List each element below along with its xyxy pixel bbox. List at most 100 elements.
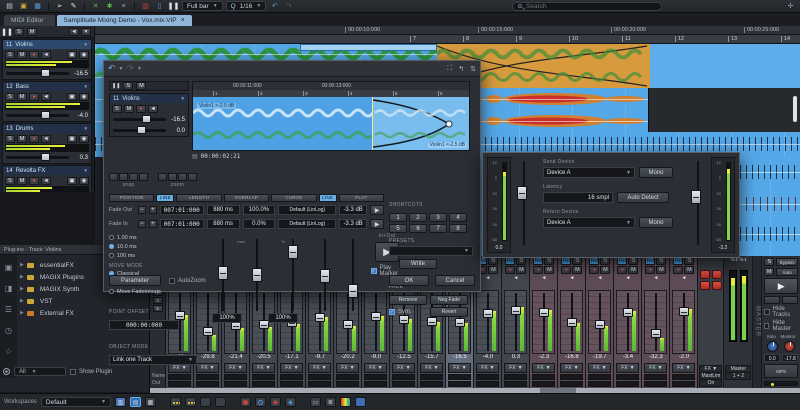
shortcut-button[interactable]: 3 (429, 213, 447, 222)
ratio-right-value[interactable]: 100% (268, 313, 298, 323)
channel-out-field[interactable] (280, 381, 304, 387)
mute-button[interactable]: M (17, 92, 27, 101)
fader-knob[interactable] (454, 317, 465, 327)
automation-read-button[interactable]: Rd (533, 257, 544, 265)
fade-in-position-field[interactable]: 007:01:000 (159, 219, 204, 229)
autozoom-checkbox[interactable]: AutoZoom (169, 277, 206, 284)
track-title[interactable]: 11 Violins ▼ (3, 40, 91, 49)
chevron-down-icon[interactable]: ▼ (84, 84, 88, 89)
expander-icon[interactable]: ▶ (20, 274, 24, 280)
fade-in-curve-dropdown[interactable]: Default (LinLog) (278, 219, 337, 229)
mute-button[interactable]: M (544, 266, 555, 274)
channel-out-field[interactable] (252, 381, 276, 387)
auto-crossfade-icon[interactable]: ✱ (104, 1, 115, 11)
channel-out-field[interactable] (224, 381, 248, 387)
record-arm-button[interactable]: ● (645, 266, 656, 274)
track-title[interactable]: 13 Drums ▼ (3, 124, 91, 133)
channel-out-field[interactable] (168, 381, 192, 387)
fx-button[interactable]: FX ▼ (504, 363, 528, 373)
point-offset-field[interactable]: 000:00:000 (109, 320, 179, 330)
crossfade-ratio-slider[interactable] (286, 239, 300, 311)
track-header[interactable]: 12 Bass ▼ S M ● ◄ ▣ ◉ -4.0 (2, 81, 92, 122)
expander-icon[interactable]: ▶ (20, 310, 24, 316)
fx-button[interactable]: FX ▼ (224, 363, 248, 373)
fader-knob[interactable] (40, 69, 50, 77)
channel-name-field[interactable] (448, 374, 472, 380)
automation-read-button[interactable]: Rd (645, 257, 656, 265)
auto-button[interactable]: Auto (776, 268, 798, 276)
master-tool-button[interactable] (764, 296, 781, 304)
statusbar-icon[interactable] (184, 397, 196, 407)
wrench-icon[interactable]: ✛ (785, 1, 796, 11)
draw-tool-icon[interactable]: ✎ (68, 1, 79, 11)
position-column[interactable]: POSITION (109, 193, 155, 202)
volume-fader[interactable]: -16.5 (3, 68, 91, 79)
loop-icon[interactable] (254, 397, 266, 407)
send-device-dropdown[interactable]: Device A ▼ (543, 167, 635, 178)
fader-knob[interactable] (510, 305, 521, 315)
chevron-down-icon[interactable]: ▼ (84, 126, 88, 131)
swap-icon[interactable]: ⇅ (470, 65, 476, 73)
redo-icon[interactable]: ↷ (283, 1, 294, 11)
channel-name-field[interactable] (364, 374, 388, 380)
channel-fader[interactable] (616, 290, 640, 354)
auto-detect-button[interactable]: Auto Detect (617, 192, 669, 203)
save-icon[interactable]: ▦ (32, 1, 43, 11)
limiter-knob[interactable] (712, 281, 723, 290)
channel-out-field[interactable] (644, 381, 668, 387)
clip-indicator[interactable]: ·· (724, 343, 752, 348)
bar-ruler[interactable]: 7 8 9 10 11 12 13 14 (95, 35, 800, 44)
channel-name-field[interactable] (196, 374, 220, 380)
hide-tracks-checkbox[interactable]: Hide Tracks (764, 306, 798, 318)
fader-knob[interactable] (538, 307, 549, 317)
play-button[interactable]: ▶ (764, 278, 798, 294)
split-object-icon[interactable]: ▯ (154, 1, 165, 11)
automation-read-button[interactable]: Rd (617, 257, 628, 265)
sliders-icon[interactable]: ☰ (5, 305, 12, 314)
speaker-icon[interactable]: ◄ (41, 134, 51, 143)
channel-fader[interactable] (504, 290, 528, 354)
channel-name-field[interactable] (336, 374, 360, 380)
mps-button[interactable]: MPS (764, 364, 798, 378)
solo-button[interactable]: S (544, 257, 555, 265)
quantize-dropdown[interactable]: Q 1/16 ▼ (225, 1, 267, 11)
snap-step-radio[interactable]: 10.0 ms (109, 242, 205, 251)
shortcut-button[interactable]: 8 (449, 224, 467, 233)
fader-knob[interactable] (678, 307, 689, 317)
fade-in-overlap-field[interactable]: 0.0% (242, 219, 276, 229)
fader-knob[interactable] (426, 317, 437, 327)
close-icon[interactable]: × (181, 17, 185, 24)
presets-dropdown[interactable]: ▼ (389, 246, 473, 256)
shortcut-button[interactable]: 1 (389, 213, 407, 222)
statusbar-icon[interactable]: ▥ (114, 397, 126, 407)
mute-button[interactable]: M (17, 134, 27, 143)
show-plugin-checkbox[interactable]: Show Plugin (70, 368, 112, 375)
fade-out-position-field[interactable]: 007:01:000 (159, 205, 204, 215)
object-list-icon[interactable]: ≡ (118, 1, 129, 11)
speaker-icon[interactable]: ◨ (5, 284, 13, 293)
lock-icon[interactable]: ▣ (67, 134, 77, 143)
search-box[interactable] (512, 1, 662, 11)
speaker-icon[interactable]: ◄ (504, 275, 527, 282)
cursor-tool-icon[interactable]: ➢ (54, 1, 65, 11)
filter-dropdown[interactable]: All ▼ (14, 367, 66, 376)
statusbar-icon[interactable]: ▤ (129, 397, 141, 407)
fx-button[interactable]: FX ▼ (336, 363, 360, 373)
crossfade-tool-icon[interactable]: ✕ (90, 1, 101, 11)
solo-button[interactable]: S (628, 257, 639, 265)
mute-button[interactable]: M (124, 104, 134, 113)
play-column[interactable]: PLAY (338, 193, 385, 202)
all-solo-button[interactable]: S (123, 82, 134, 90)
fade-out-curve-dropdown[interactable]: Default (LinLog) (278, 205, 337, 215)
automation-read-button[interactable]: Rd (561, 257, 572, 265)
channel-name-field[interactable] (644, 374, 668, 380)
fullscreen-icon[interactable]: ⛶ (447, 65, 452, 73)
open-file-icon[interactable]: ▣ (18, 1, 29, 11)
limiter-knob[interactable] (700, 281, 711, 290)
fader-knob[interactable] (622, 308, 633, 318)
crossfade-preview[interactable]: 00:00:11:000 00:00:13:000 123456 Violin1… (192, 81, 470, 151)
channel-name-field[interactable] (588, 374, 612, 380)
pause-icon[interactable]: ❚❚ (112, 83, 120, 89)
undo-icon[interactable]: ↶ (108, 63, 116, 74)
channel-out-field[interactable] (560, 381, 584, 387)
